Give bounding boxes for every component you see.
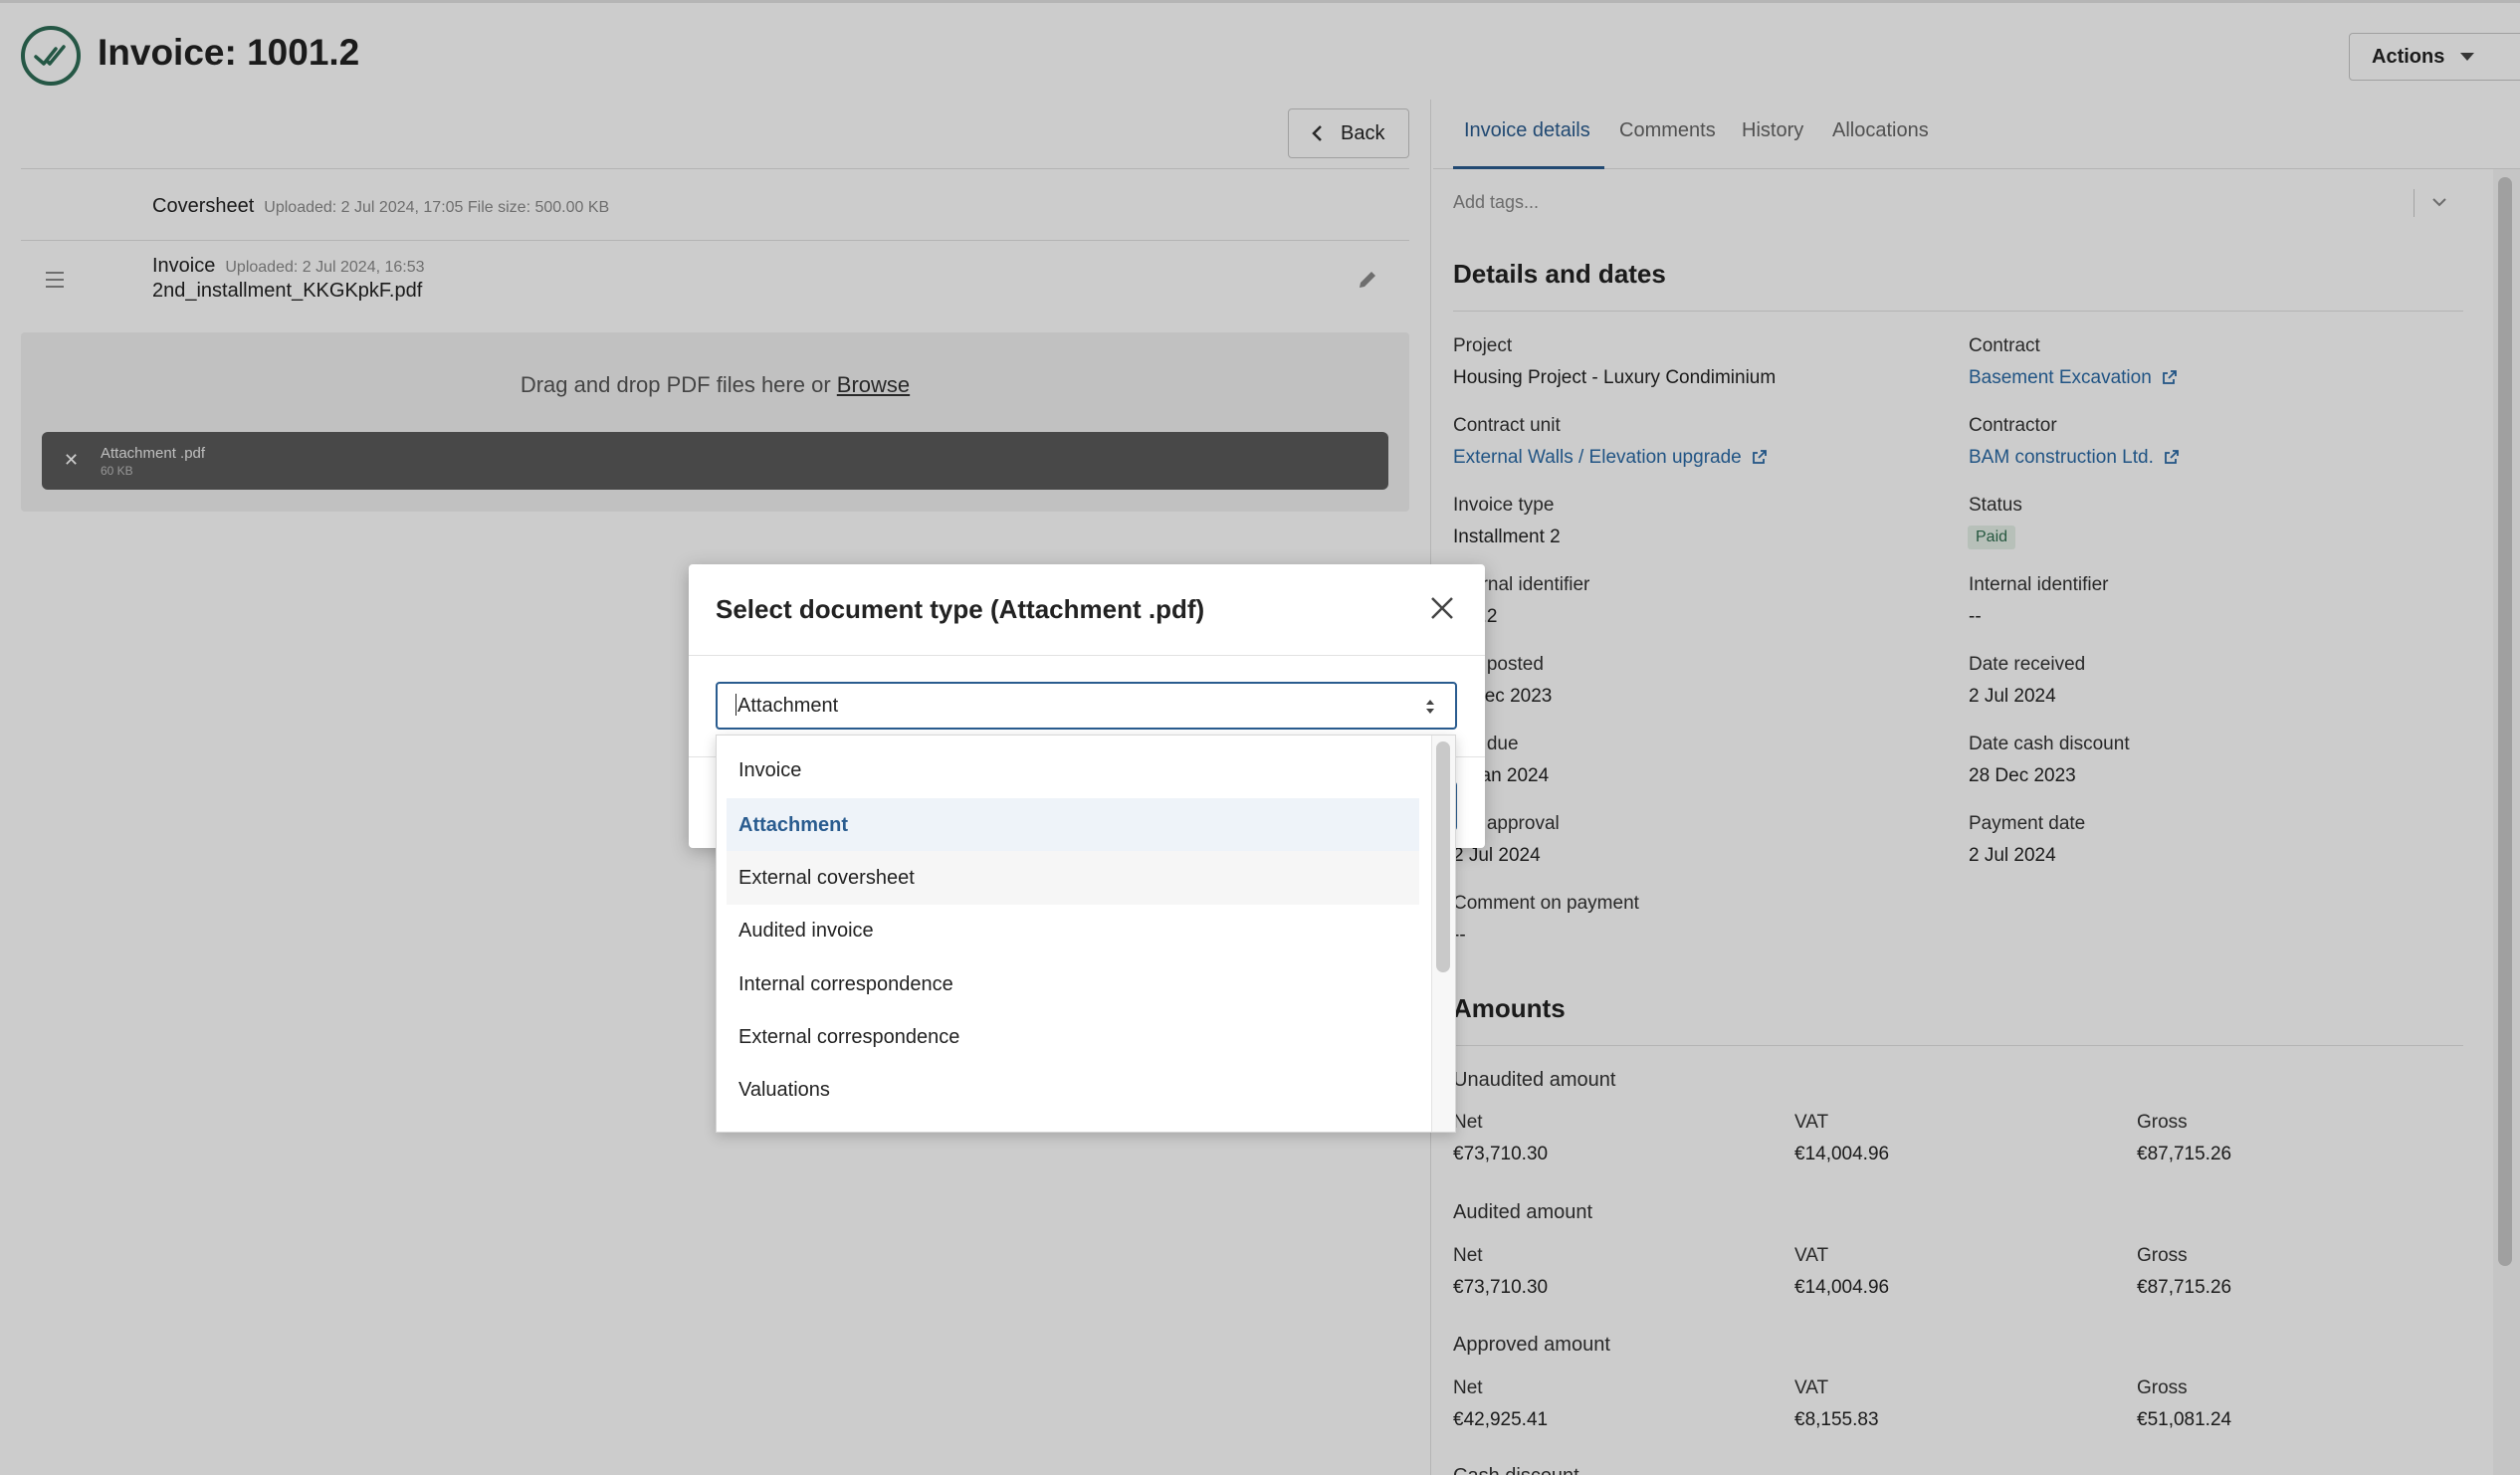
option-invoice[interactable]: Invoice bbox=[727, 743, 1419, 797]
option-external-coversheet[interactable]: External coversheet bbox=[727, 851, 1419, 905]
modal-title: Select document type (Attachment .pdf) bbox=[716, 594, 1205, 624]
option-external-correspondence[interactable]: External correspondence bbox=[727, 1010, 1419, 1064]
option-valuations[interactable]: Valuations bbox=[727, 1063, 1419, 1117]
modal-divider bbox=[689, 655, 1485, 656]
sort-arrows-icon bbox=[1426, 700, 1434, 714]
options-scrollbar-thumb[interactable] bbox=[1436, 741, 1450, 972]
select-value: Attachment bbox=[737, 695, 839, 717]
option-internal-correspondence[interactable]: Internal correspondence bbox=[727, 957, 1419, 1011]
document-type-options: Invoice Attachment External coversheet A… bbox=[716, 735, 1456, 1133]
text-cursor bbox=[735, 694, 736, 716]
close-icon[interactable] bbox=[1428, 594, 1456, 622]
document-type-select[interactable]: Attachment bbox=[716, 682, 1457, 730]
option-audited-invoice[interactable]: Audited invoice bbox=[727, 904, 1419, 957]
app-root: Invoice: 1001.2 Actions Back Coversheet U… bbox=[0, 0, 2520, 1475]
option-attachment[interactable]: Attachment bbox=[727, 798, 1419, 852]
